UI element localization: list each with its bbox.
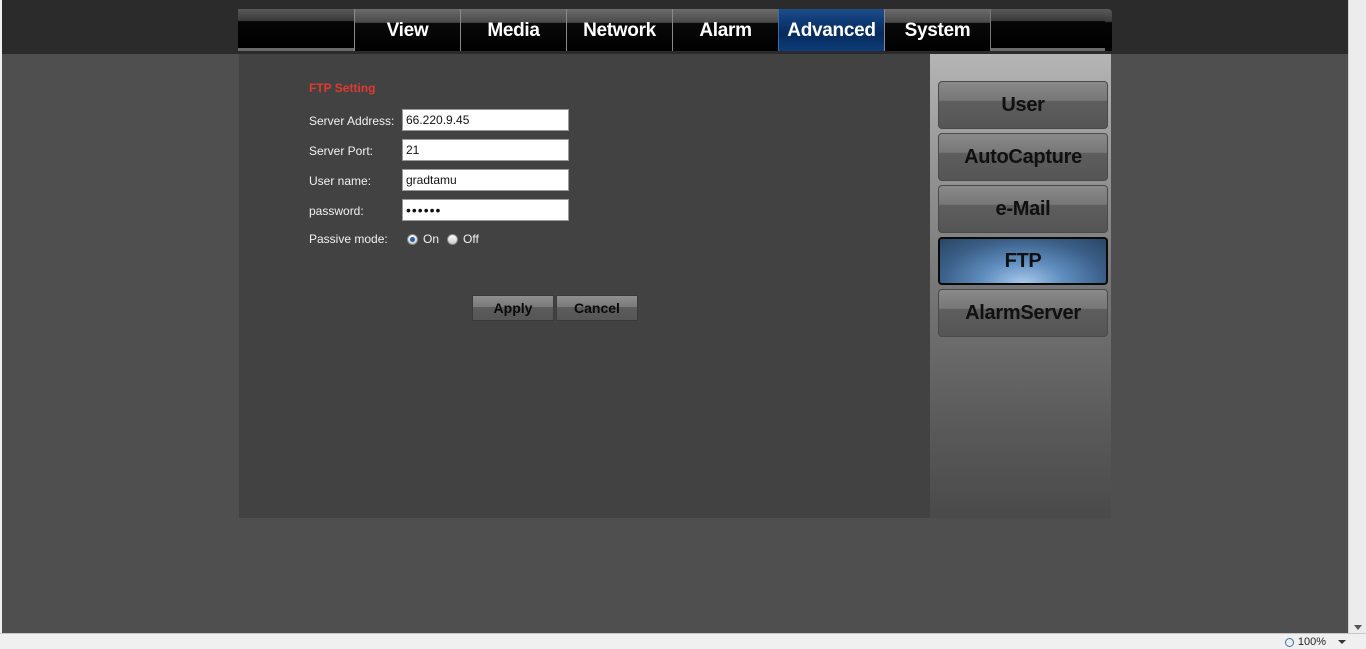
- tab-system[interactable]: System: [884, 9, 990, 51]
- browser-viewport: View Media Network Alarm Advanced System…: [0, 0, 1348, 633]
- apply-button[interactable]: Apply: [472, 295, 554, 321]
- sidebar-item-email[interactable]: e-Mail: [938, 185, 1108, 233]
- cancel-button[interactable]: Cancel: [556, 295, 638, 321]
- tab-network[interactable]: Network: [566, 9, 672, 51]
- server-address-input[interactable]: [402, 109, 569, 131]
- passive-mode-group: On Off: [407, 232, 487, 246]
- vertical-scrollbar[interactable]: [1348, 0, 1366, 633]
- passive-on-radio[interactable]: [407, 233, 418, 245]
- server-port-input[interactable]: [402, 139, 569, 161]
- sidebar-item-user[interactable]: User: [938, 81, 1108, 129]
- scroll-down-icon[interactable]: [1354, 625, 1362, 630]
- zoom-icon: [1284, 637, 1294, 647]
- username-input[interactable]: [402, 169, 569, 191]
- main-nav: View Media Network Alarm Advanced System: [238, 9, 1112, 51]
- passive-mode-label: Passive mode:: [309, 232, 388, 246]
- zoom-dropdown-icon[interactable]: [1338, 640, 1346, 644]
- sidebar-item-alarmserver[interactable]: AlarmServer: [938, 289, 1108, 337]
- username-label: User name:: [309, 174, 372, 188]
- passive-off-label: Off: [463, 232, 479, 246]
- tab-advanced[interactable]: Advanced: [778, 9, 884, 51]
- tab-view[interactable]: View: [354, 9, 460, 51]
- zoom-level: 100%: [1297, 636, 1326, 648]
- password-label: password:: [309, 204, 364, 218]
- tab-media[interactable]: Media: [460, 9, 566, 51]
- nav-right-spacer: [990, 9, 1105, 51]
- advanced-sidebar: User AutoCapture e-Mail FTP AlarmServer: [930, 54, 1111, 518]
- zoom-control[interactable]: 100%: [1284, 636, 1346, 648]
- passive-off-radio[interactable]: [447, 233, 459, 245]
- section-title: FTP Setting: [309, 81, 376, 95]
- passive-on-label: On: [423, 232, 440, 246]
- ftp-settings-panel: FTP Setting Server Address: Server Port:…: [239, 54, 930, 518]
- password-input[interactable]: [402, 199, 569, 221]
- server-port-label: Server Port:: [309, 144, 374, 158]
- nav-left-spacer: [238, 9, 354, 51]
- tab-alarm[interactable]: Alarm: [672, 9, 778, 51]
- sidebar-item-ftp[interactable]: FTP: [938, 237, 1108, 285]
- sidebar-item-autocapture[interactable]: AutoCapture: [938, 133, 1108, 181]
- status-bar: 100%: [0, 633, 1366, 649]
- server-address-label: Server Address:: [309, 114, 395, 128]
